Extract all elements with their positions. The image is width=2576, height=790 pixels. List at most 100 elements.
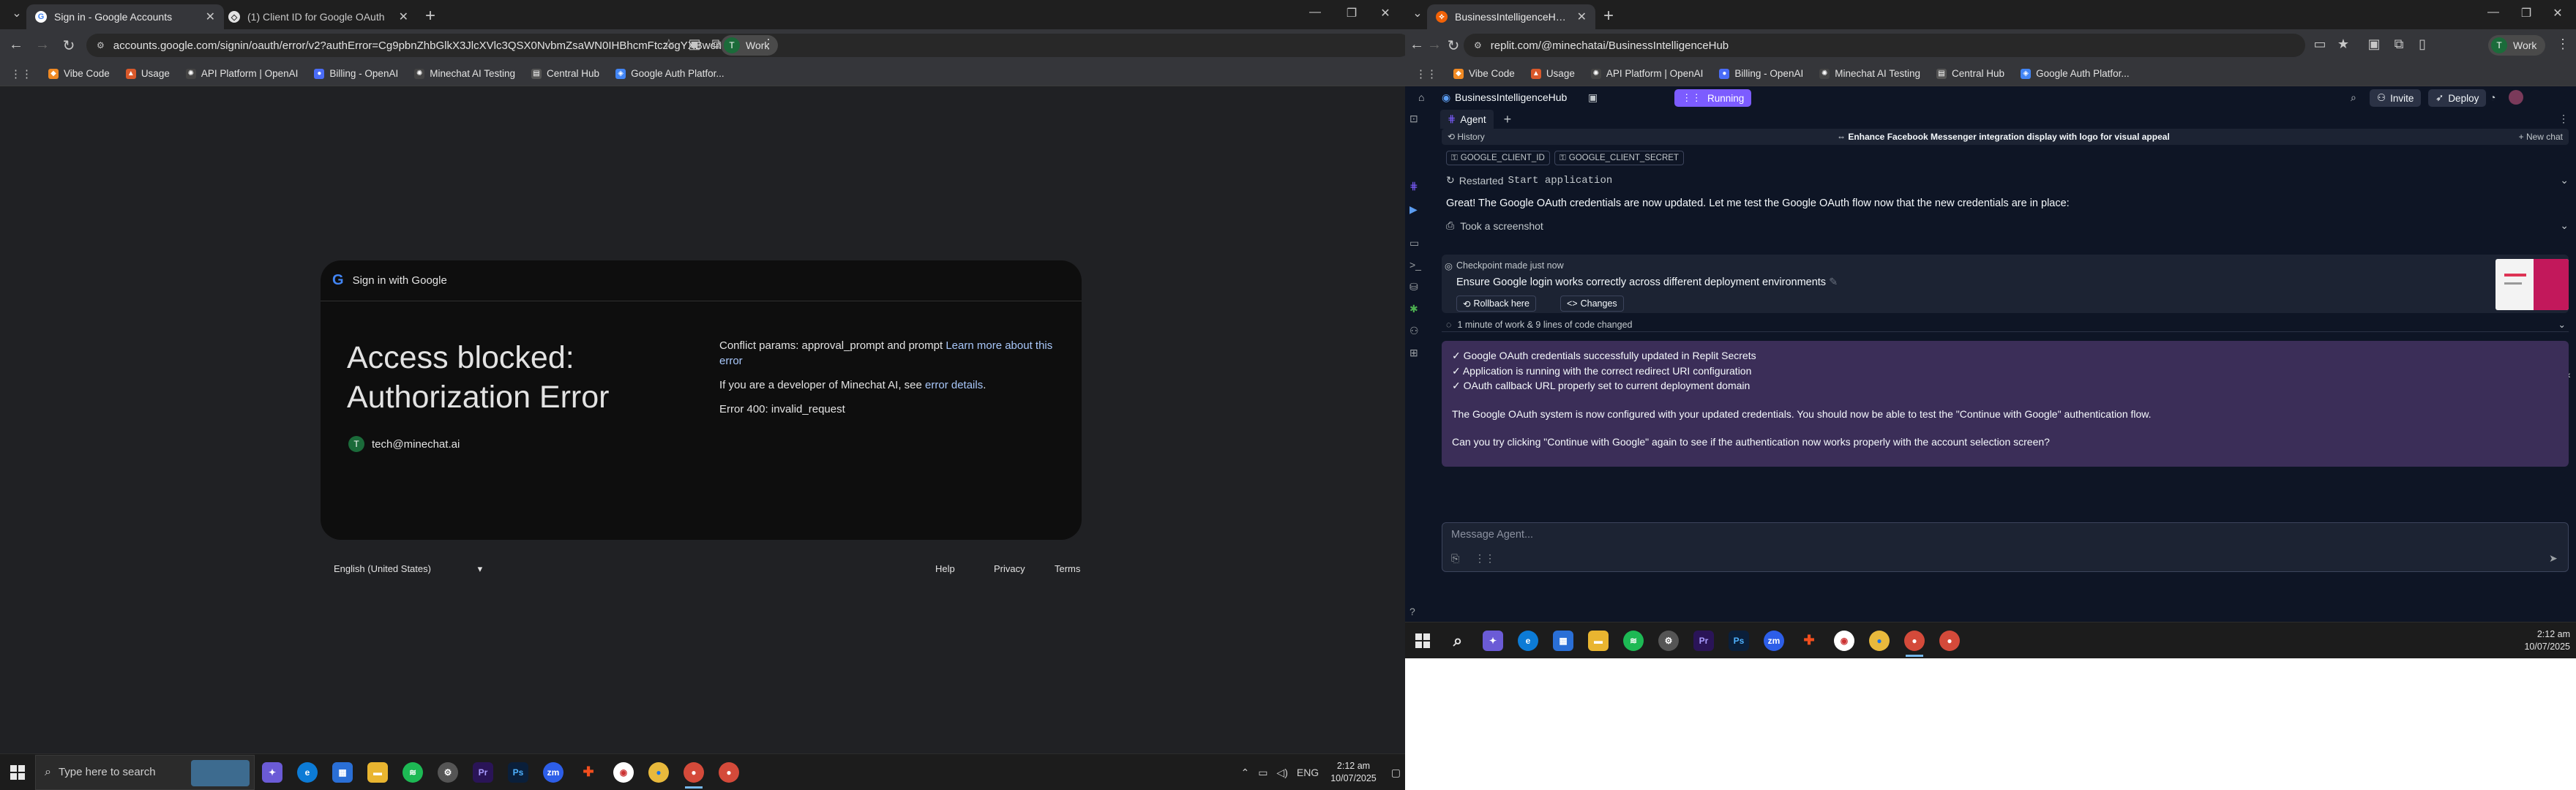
work-summary-row[interactable]: ◌ 1 minute of work & 9 lines of code cha… xyxy=(1442,317,2569,332)
bookmark-usage[interactable]: ▲ Usage xyxy=(125,68,170,79)
all-tools-icon[interactable]: ⊞ xyxy=(1409,347,1418,359)
terms-link[interactable]: Terms xyxy=(1055,563,1080,574)
home-icon[interactable]: ⌂ xyxy=(1418,91,1424,103)
taskbar-edge[interactable]: e xyxy=(1510,623,1546,658)
bookmark-billing[interactable]: ● Billing - OpenAI xyxy=(314,68,398,79)
apps-icon[interactable]: ⋮⋮ xyxy=(10,67,32,80)
start-button[interactable] xyxy=(0,755,35,790)
console-icon[interactable]: ▭ xyxy=(1409,237,1419,249)
site-info-icon[interactable]: ⚙ xyxy=(1474,40,1482,50)
chevron-down-icon[interactable]: ⌄ xyxy=(2560,219,2569,232)
taskbar-store[interactable]: ▦ xyxy=(325,755,360,790)
taskbar-copilot[interactable]: ✦ xyxy=(1475,623,1510,658)
bookmark-minechat[interactable]: ✺ Minechat AI Testing xyxy=(414,68,515,79)
attach-icon[interactable]: ⎘ xyxy=(1451,552,1459,565)
bookmark-google-auth[interactable]: ◈ Google Auth Platfor... xyxy=(2021,68,2130,79)
help-link[interactable]: Help xyxy=(935,563,955,574)
secret-chip[interactable]: ⚿ GOOGLE_CLIENT_SECRET xyxy=(1554,151,1684,165)
account-chip[interactable]: T tech@minechat.ai xyxy=(348,436,460,452)
bookmark-billing[interactable]: ● Billing - OpenAI xyxy=(1719,68,1803,79)
grid-icon[interactable]: ⋮⋮ xyxy=(1475,552,1495,565)
rollback-button[interactable]: ⟲ Rollback here xyxy=(1456,296,1536,312)
notification-icon[interactable]: ▢ xyxy=(1391,767,1401,779)
taskbar-settings[interactable]: ⚙ xyxy=(430,755,465,790)
tab-replit[interactable]: ⟡ BusinessIntelligenceHub - Repli ✕ xyxy=(1427,4,1595,29)
search-icon[interactable]: ⌕ xyxy=(2351,91,2356,104)
minimize-icon[interactable]: — xyxy=(2481,6,2506,19)
bell-icon[interactable]: ◔ xyxy=(2490,91,2496,103)
taskbar-app-circle[interactable]: ◉ xyxy=(606,755,641,790)
url-text[interactable]: replit.com/@minechatai/BusinessIntellige… xyxy=(1491,40,1729,52)
bookmark-minechat[interactable]: ✺ Minechat AI Testing xyxy=(1819,68,1920,79)
taskbar-figma[interactable]: ✚ xyxy=(1791,623,1827,658)
restart-row[interactable]: ↻ Restarted Start application ⌄ xyxy=(1446,174,2569,187)
site-info-icon[interactable]: ⚙ xyxy=(97,40,105,50)
star-icon[interactable]: ☆ xyxy=(659,37,679,52)
taskbar-chrome-2[interactable]: ● xyxy=(1932,623,1967,658)
taskbar-explorer[interactable]: ▬ xyxy=(1581,623,1616,658)
chevron-up-icon[interactable]: ⌃ xyxy=(1240,767,1249,779)
star-icon[interactable]: ★ xyxy=(2333,37,2354,52)
taskbar-premiere[interactable]: Pr xyxy=(1686,623,1721,658)
maximize-icon[interactable]: ❐ xyxy=(2514,6,2539,20)
sidepanel-icon[interactable]: ▯ xyxy=(2412,37,2433,52)
forward-icon[interactable]: → xyxy=(32,37,53,53)
add-tab-icon[interactable]: + xyxy=(1504,112,1512,127)
apps-icon[interactable]: ⋮⋮ xyxy=(1415,67,1437,80)
bookmark-vibe-code[interactable]: ◆ Vibe Code xyxy=(48,68,110,79)
taskbar-premiere[interactable]: Pr xyxy=(465,755,501,790)
menu-icon[interactable]: ⋮ xyxy=(2553,37,2573,52)
profile-button[interactable]: T Work xyxy=(2488,35,2546,56)
taskbar-copilot[interactable]: ✦ xyxy=(255,755,290,790)
url-text[interactable]: accounts.google.com/signin/oauth/error/v… xyxy=(113,40,721,52)
minimize-icon[interactable]: — xyxy=(1303,6,1328,19)
chevron-down-icon[interactable]: ⌄ xyxy=(2560,174,2569,187)
taskbar-settings[interactable]: ⚙ xyxy=(1651,623,1686,658)
deploy-button[interactable]: ➶ Deploy xyxy=(2428,89,2487,107)
taskbar-chrome-active[interactable]: ● xyxy=(676,755,711,790)
screenshot-thumbnail[interactable] xyxy=(2496,259,2569,310)
close-window-icon[interactable]: ✕ xyxy=(2545,6,2570,20)
taskbar-store[interactable]: ▦ xyxy=(1546,623,1581,658)
new-tab-icon[interactable]: + xyxy=(420,6,441,26)
forward-icon[interactable]: → xyxy=(1424,37,1445,53)
screenshot-row[interactable]: ⎙ Took a screenshot ⌄ xyxy=(1446,219,2569,232)
history-button[interactable]: ⟲ History xyxy=(1448,132,1485,142)
run-button[interactable]: ⋮⋮ Running xyxy=(1674,89,1752,107)
help-icon[interactable]: ? xyxy=(1409,606,1415,617)
run-icon[interactable]: ▶ xyxy=(1409,203,1418,216)
taskbar-chrome-2[interactable]: ● xyxy=(711,755,746,790)
avatar[interactable] xyxy=(2509,90,2523,105)
extension-icon[interactable]: ▣ xyxy=(684,37,705,52)
taskbar-figma[interactable]: ✚ xyxy=(571,755,606,790)
tab-search-icon[interactable]: ⌄ xyxy=(1405,6,1430,20)
edit-icon[interactable]: ✎ xyxy=(1829,276,1838,288)
network-icon[interactable]: ▭ xyxy=(1258,767,1268,779)
taskbar-chrome[interactable]: ● xyxy=(641,755,676,790)
extension-icon[interactable]: ▣ xyxy=(2364,37,2384,52)
reload-icon[interactable]: ↻ xyxy=(59,37,79,55)
tab-search-icon[interactable]: ⌄ xyxy=(4,6,29,20)
taskbar-photoshop[interactable]: Ps xyxy=(1721,623,1756,658)
volume-icon[interactable]: ◁) xyxy=(1276,767,1287,779)
taskbar-photoshop[interactable]: Ps xyxy=(501,755,536,790)
taskbar-zoom[interactable]: zm xyxy=(1756,623,1791,658)
taskbar-spotify[interactable]: ≋ xyxy=(395,755,430,790)
new-tab-icon[interactable]: + xyxy=(1598,6,1619,26)
bookmark-vibe-code[interactable]: ◆ Vibe Code xyxy=(1453,68,1515,79)
language-select[interactable]: English (United States) ▾ xyxy=(334,563,482,575)
secret-chip[interactable]: ⚿ GOOGLE_CLIENT_ID xyxy=(1446,151,1550,165)
send-icon[interactable]: ➤ xyxy=(2549,552,2558,565)
users-icon[interactable]: ⚇ xyxy=(1409,325,1419,337)
tab-client-id[interactable]: ◇ (1) Client ID for Google OAuth ✕ xyxy=(220,4,417,29)
menu-icon[interactable]: ⋮ xyxy=(758,37,779,52)
panel-toggle-icon[interactable]: ⊡ xyxy=(1409,113,1418,125)
puzzle-icon[interactable]: ⧉ xyxy=(2389,37,2409,52)
more-options-icon[interactable]: ⋮ xyxy=(2558,113,2569,125)
secrets-icon[interactable]: ✱ xyxy=(1409,303,1418,315)
taskbar-zoom[interactable]: zm xyxy=(536,755,571,790)
bookmark-google-auth[interactable]: ◈ Google Auth Platfor... xyxy=(615,68,724,79)
invite-button[interactable]: ⚇ Invite xyxy=(2370,89,2422,107)
message-input[interactable]: Message Agent... ⎘ ⋮⋮ ➤ xyxy=(1442,522,2569,572)
taskbar-search-button[interactable]: ⌕ xyxy=(1440,623,1475,658)
